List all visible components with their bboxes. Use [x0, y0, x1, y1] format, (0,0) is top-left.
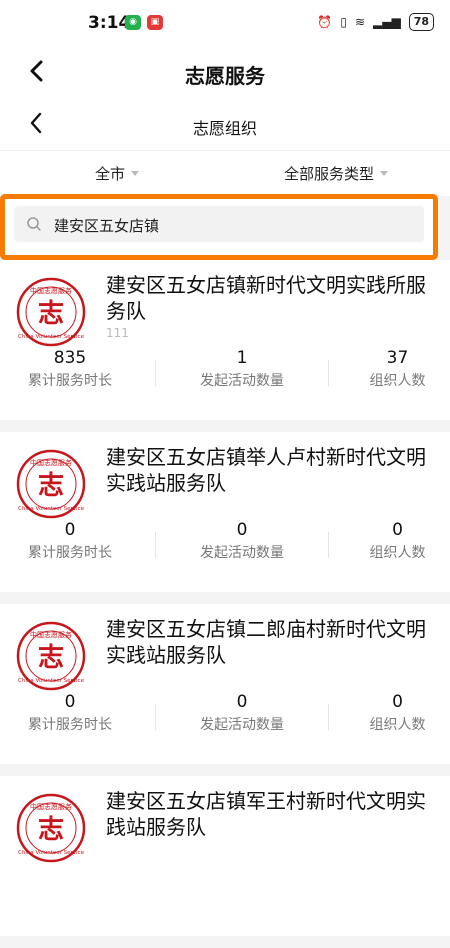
- stat-members: 0 组织人数: [340, 520, 450, 562]
- stat-activities: 1 发起活动数量: [172, 348, 312, 390]
- vibrate-icon: ▯: [340, 15, 347, 29]
- stat-members: 0 组织人数: [340, 692, 450, 734]
- volunteer-logo-icon: 中国志愿服务志 China Volunteer Service: [15, 448, 87, 520]
- logo-top-text: 中国志愿服务: [30, 630, 72, 639]
- logo-top-text: 中国志愿服务: [30, 286, 72, 295]
- organization-card[interactable]: 中国志愿服务志 China Volunteer Service 建安区五女店镇二郎庙…: [0, 604, 450, 764]
- stat-label: 组织人数: [369, 545, 426, 561]
- logo-char: 志: [38, 643, 64, 673]
- battery-icon: 78: [408, 13, 434, 31]
- stat-value: 0: [64, 692, 76, 712]
- logo-bottom-text: China Volunteer Service: [18, 678, 85, 684]
- stat-divider: [328, 360, 329, 386]
- logo-bottom-text: China Volunteer Service: [18, 850, 85, 856]
- signal-icon: ▂▄▆: [373, 15, 401, 29]
- stat-label: 发起活动数量: [200, 373, 284, 389]
- stat-activities: 0 发起活动数量: [172, 520, 312, 562]
- organization-name: 建安区五女店镇新时代文明实践所服务队: [106, 273, 426, 323]
- logo-top-text: 中国志愿服务: [30, 802, 72, 811]
- stat-value: 37: [386, 348, 409, 368]
- wechat-icon: ◉: [125, 15, 141, 30]
- organization-card[interactable]: 中国志愿服务志 China Volunteer Service 建安区五女店镇军王村…: [0, 776, 450, 936]
- stat-activities: 0 发起活动数量: [172, 692, 312, 734]
- status-bar: 3:14 ◉ ▣ ⏰ ▯ ≋ ▂▄▆ 78: [0, 0, 450, 46]
- search-input[interactable]: 建安区五女店镇: [14, 206, 424, 242]
- search-icon: [27, 217, 41, 231]
- page-title: 志愿服务: [185, 64, 265, 88]
- area-filter-dropdown[interactable]: 全市: [95, 163, 140, 184]
- status-time: 3:14: [88, 13, 131, 33]
- top-navigation-bar: 志愿服务: [0, 46, 450, 100]
- stat-divider: [155, 532, 156, 558]
- organization-subtext: 111: [106, 326, 129, 340]
- sub-navigation-bar: 志愿组织: [0, 100, 450, 150]
- stat-label: 累计服务时长: [28, 717, 112, 733]
- wifi-icon: ≋: [354, 15, 365, 29]
- stat-value: 1: [236, 348, 248, 368]
- stat-divider: [328, 704, 329, 730]
- organization-stats: 0 累计服务时长 0 发起活动数量 0 组织人数: [0, 692, 450, 744]
- chevron-down-icon: [131, 171, 140, 176]
- logo-char: 志: [38, 471, 64, 501]
- stat-label: 组织人数: [369, 373, 426, 389]
- organization-list: 中国志愿服务志 China Volunteer Service 建安区五女店镇新时代…: [0, 260, 450, 948]
- logo-top-text: 中国志愿服务: [30, 458, 72, 467]
- stat-label: 发起活动数量: [200, 717, 284, 733]
- stat-service-hours: 0 累计服务时长: [0, 692, 140, 734]
- stat-divider: [155, 704, 156, 730]
- stat-value: 0: [392, 520, 403, 540]
- organization-stats: 0 累计服务时长 0 发起活动数量 0 组织人数: [0, 520, 450, 572]
- service-type-filter-label: 全部服务类型: [284, 165, 375, 183]
- search-highlight: 建安区五女店镇: [0, 194, 438, 260]
- volunteer-logo-icon: 中国志愿服务志 China Volunteer Service: [15, 620, 87, 692]
- organization-stats: 835 累计服务时长 1 发起活动数量 37 组织人数: [0, 348, 450, 400]
- organization-card[interactable]: 中国志愿服务志 China Volunteer Service 建安区五女店镇新时代…: [0, 260, 450, 420]
- stat-label: 发起活动数量: [200, 545, 284, 561]
- stat-value: 0: [236, 520, 248, 540]
- search-value: 建安区五女店镇: [54, 217, 160, 235]
- area-filter-label: 全市: [95, 165, 126, 183]
- logo-bottom-text: China Volunteer Service: [18, 506, 85, 512]
- logo-char: 志: [38, 299, 64, 329]
- alarm-icon: ⏰: [317, 15, 333, 29]
- organization-name: 建安区五女店镇二郎庙村新时代文明实践站服务队: [106, 617, 426, 667]
- stat-service-hours: 835 累计服务时长: [0, 348, 140, 390]
- stat-value: 0: [236, 692, 248, 712]
- logo-char: 志: [38, 815, 64, 845]
- stat-members: 37 组织人数: [340, 348, 450, 390]
- stat-label: 累计服务时长: [28, 545, 112, 561]
- organization-name: 建安区五女店镇举人卢村新时代文明实践站服务队: [106, 445, 426, 495]
- stat-service-hours: 0 累计服务时长: [0, 520, 140, 562]
- stat-value: 835: [53, 348, 87, 368]
- service-type-filter-dropdown[interactable]: 全部服务类型: [284, 163, 389, 184]
- stat-divider: [155, 360, 156, 386]
- volunteer-logo-icon: 中国志愿服务志 China Volunteer Service: [15, 792, 87, 864]
- organization-card[interactable]: 中国志愿服务志 China Volunteer Service 建安区五女店镇举人卢…: [0, 432, 450, 592]
- stat-label: 累计服务时长: [28, 373, 112, 389]
- stat-value: 0: [64, 520, 76, 540]
- chevron-down-icon: [380, 171, 389, 176]
- stat-divider: [328, 532, 329, 558]
- stat-value: 0: [392, 692, 403, 712]
- logo-bottom-text: China Volunteer Service: [18, 334, 85, 340]
- filter-bar: 全市 全部服务类型: [0, 150, 450, 196]
- stat-label: 组织人数: [369, 717, 426, 733]
- organization-name: 建安区五女店镇军王村新时代文明实践站服务队: [106, 789, 426, 839]
- status-icons: ⏰ ▯ ≋ ▂▄▆ 78: [317, 13, 434, 31]
- sub-page-title: 志愿组织: [192, 119, 257, 138]
- app-notification-icon: ▣: [147, 15, 163, 30]
- volunteer-logo-icon: 中国志愿服务志 China Volunteer Service: [15, 276, 87, 348]
